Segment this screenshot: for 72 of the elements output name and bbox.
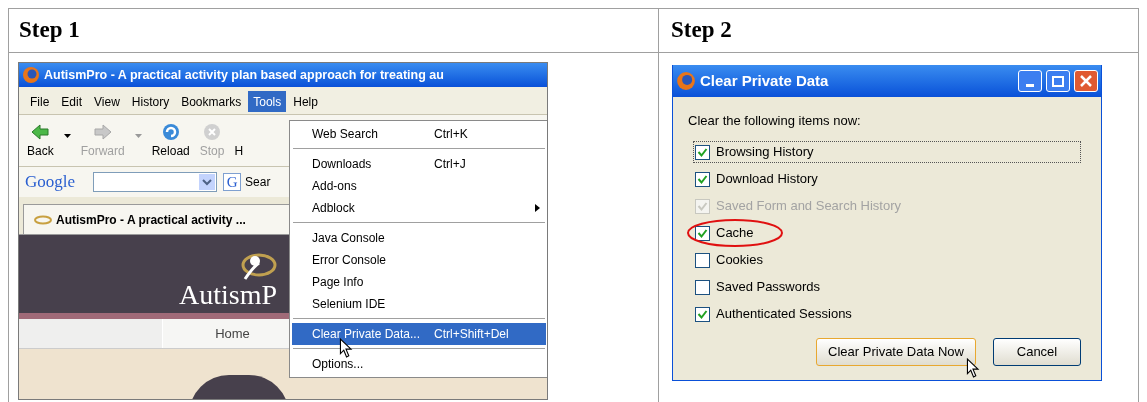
toolbar-button[interactable]: Reload	[151, 121, 190, 160]
menu-item[interactable]: File	[25, 91, 55, 112]
reload-icon	[160, 121, 181, 142]
checkbox-option[interactable]: Authenticated Sessions	[693, 303, 854, 325]
menu-item-label: Java Console	[312, 230, 386, 247]
menu-item[interactable]: Options...	[292, 353, 546, 375]
menu-item[interactable]: View	[89, 91, 125, 112]
menu-item-label: Page Info	[312, 274, 365, 291]
back-icon	[30, 121, 51, 142]
checkbox-option[interactable]: Saved Passwords	[693, 276, 823, 298]
search-engine-logo: Google	[25, 171, 76, 194]
column-heading: Step 2	[671, 16, 732, 45]
menu-item-label: Adblock	[312, 200, 356, 217]
checkbox[interactable]	[695, 279, 710, 295]
dropdown-icon[interactable]	[198, 173, 217, 191]
checkbox-option[interactable]: Cookies	[693, 249, 765, 271]
page-favicon-icon	[34, 214, 52, 225]
menu-item[interactable]: Web Search Ctrl+K	[292, 123, 546, 145]
checkbox[interactable]	[695, 306, 710, 322]
dialog-button[interactable]: Clear Private Data Now	[816, 337, 976, 366]
menu-item[interactable]: Page Info	[292, 271, 546, 293]
dialog-title: Clear Private Data	[700, 70, 830, 91]
shortcut-label: Ctrl+J	[434, 156, 466, 173]
minimize-button[interactable]	[1018, 70, 1042, 92]
submenu-arrow-icon	[535, 204, 540, 212]
menu-item[interactable]: Tools	[248, 91, 287, 112]
checkbox-option[interactable]: Browsing History	[693, 141, 1081, 163]
search-engine-icon: G	[223, 173, 242, 191]
checkbox[interactable]	[695, 252, 710, 268]
dialog-prompt: Clear the following items now:	[688, 112, 862, 130]
menu-item-label: Downloads	[312, 156, 373, 173]
menu-item-label: Clear Private Data...	[312, 326, 422, 343]
maximize-button[interactable]	[1046, 70, 1070, 92]
search-button[interactable]: G Sear	[223, 173, 271, 191]
mouse-pointer-icon	[338, 338, 353, 358]
menu-item[interactable]: Add-ons	[292, 175, 546, 197]
checkbox[interactable]	[695, 225, 710, 241]
menu-item[interactable]: Downloads Ctrl+J	[292, 153, 546, 175]
minimize-icon	[1026, 84, 1034, 87]
close-icon	[1080, 75, 1092, 87]
menu-item-label: Options...	[312, 356, 365, 373]
menu-item[interactable]: Error Console	[292, 249, 546, 271]
browser-logo-icon	[22, 66, 40, 84]
menu-item[interactable]: History	[126, 91, 175, 112]
close-button[interactable]	[1074, 70, 1098, 92]
column-heading: Step 1	[19, 16, 80, 45]
menu-item[interactable]: Bookmarks	[176, 91, 247, 112]
window-title: AutismPro - A practical activity plan based approach for treating au	[44, 66, 444, 84]
menu-item[interactable]: Edit	[56, 91, 88, 112]
site-logo-text: AutismP	[178, 281, 277, 309]
browser-logo-icon	[676, 71, 696, 91]
checkbox[interactable]	[695, 171, 710, 187]
menu-item-label: Add-ons	[312, 178, 358, 195]
search-field[interactable]	[93, 172, 218, 192]
menu-item[interactable]: Selenium IDE	[292, 293, 546, 315]
menu-item[interactable]: Help	[288, 91, 323, 112]
menu-item-label: Selenium IDE	[312, 296, 387, 313]
maximize-icon	[1052, 75, 1064, 87]
checkbox[interactable]	[695, 144, 710, 160]
menu-item-label: Error Console	[312, 252, 388, 269]
shortcut-label: Ctrl+K	[434, 126, 468, 143]
stop-icon	[202, 121, 223, 142]
dropdown-arrow-icon[interactable]	[63, 133, 71, 138]
menu-item-label: Web Search	[312, 126, 379, 143]
toolbar-button[interactable]: H	[234, 121, 244, 160]
dialog-button[interactable]: Cancel	[993, 337, 1081, 366]
shortcut-label: Ctrl+Shift+Del	[434, 326, 509, 343]
menu-item[interactable]: Java Console	[292, 227, 546, 249]
menu-item[interactable]: Adblock	[292, 197, 546, 219]
mouse-pointer-icon	[966, 357, 980, 378]
toolbar-button[interactable]: Back	[27, 121, 54, 160]
checkbox-option[interactable]: Download History	[693, 168, 820, 190]
